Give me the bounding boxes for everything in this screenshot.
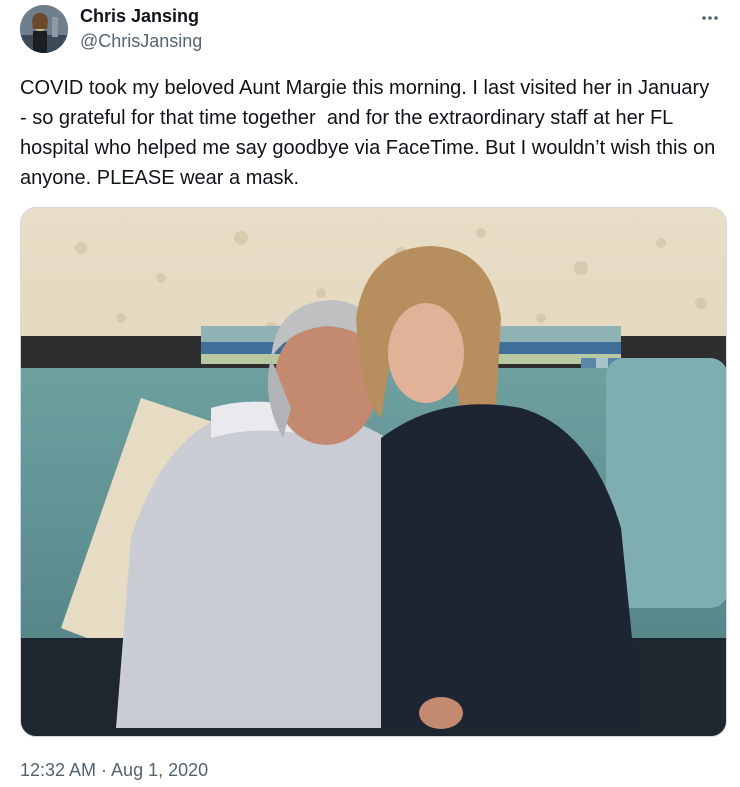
more-options-button[interactable] — [696, 4, 724, 32]
author-display-name[interactable]: Chris Jansing — [80, 6, 199, 27]
tweet-timestamp[interactable]: 12:32 AM · Aug 1, 2020 — [20, 760, 208, 781]
avatar-image — [20, 5, 68, 53]
tweet-card: Chris Jansing @ChrisJansing COVID took m… — [0, 0, 740, 787]
photo-image — [21, 208, 726, 736]
tweet-photo[interactable] — [20, 207, 727, 737]
avatar[interactable] — [20, 5, 68, 53]
author-handle[interactable]: @ChrisJansing — [80, 31, 202, 52]
tweet-text: COVID took my beloved Aunt Margie this m… — [20, 77, 721, 189]
more-icon — [702, 16, 718, 20]
